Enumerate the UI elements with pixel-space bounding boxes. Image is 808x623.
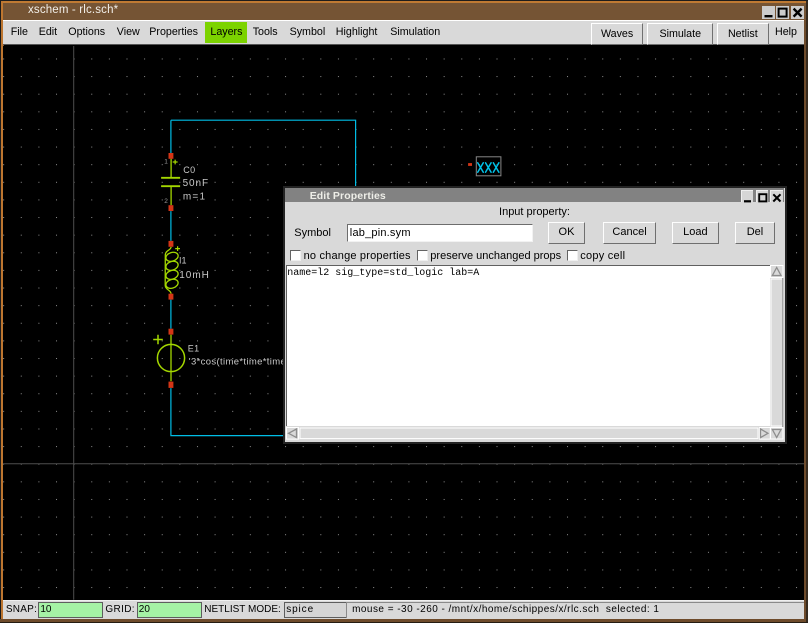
svg-text:50nF: 50nF (182, 178, 208, 189)
svg-text:1: 1 (164, 159, 168, 166)
svg-text:m=1: m=1 (183, 192, 206, 203)
svg-text:2: 2 (164, 198, 168, 205)
svg-text:l1: l1 (179, 255, 187, 265)
svg-text:10mH: 10mH (179, 270, 210, 281)
svg-text:C0: C0 (183, 165, 195, 175)
svg-text:E1: E1 (187, 344, 199, 354)
